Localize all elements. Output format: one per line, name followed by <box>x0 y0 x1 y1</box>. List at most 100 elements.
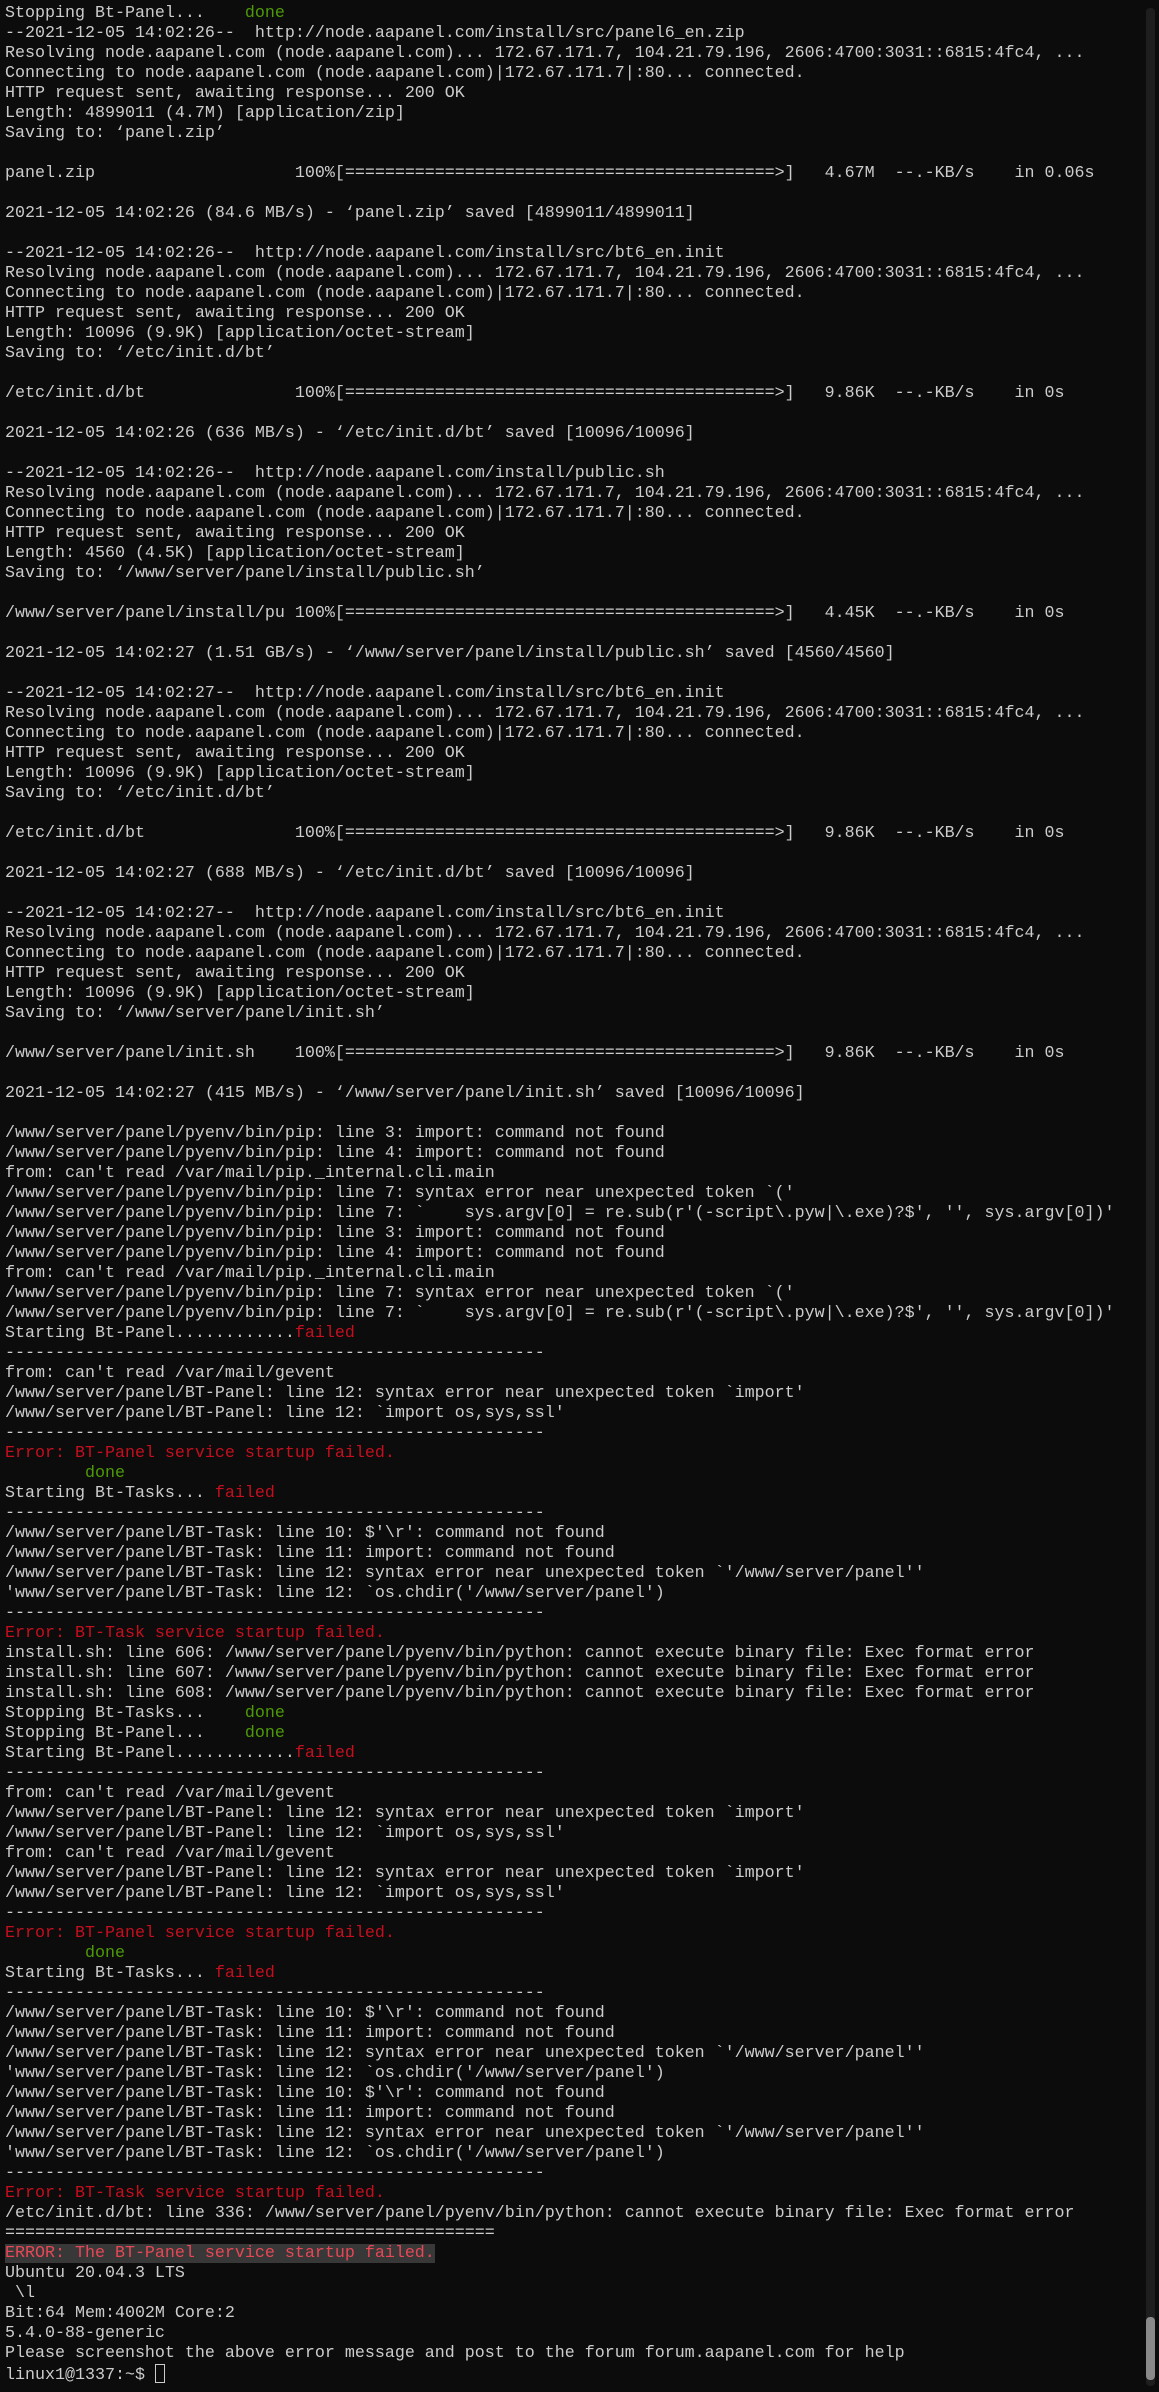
terminal-line: 2021-12-05 14:02:26 (636 MB/s) - ‘/etc/i… <box>5 424 1143 444</box>
status-failed: failed <box>294 1744 355 1763</box>
status-failed: failed <box>214 1484 275 1503</box>
terminal-line: /www/server/panel/init.sh 100%[=========… <box>5 1044 1143 1064</box>
line-text: /etc/init.d/bt 100%[====================… <box>5 384 1065 403</box>
line-text: /www/server/panel/BT-Panel: line 12: syn… <box>5 1864 805 1883</box>
terminal-line: Length: 4899011 (4.7M) [application/zip] <box>5 104 1143 124</box>
line-text: --2021-12-05 14:02:26-- http://node.aapa… <box>5 464 665 483</box>
line-text: ----------------------------------------… <box>5 1904 545 1923</box>
line-text: /www/server/panel/BT-Panel: line 12: syn… <box>5 1804 805 1823</box>
terminal-line: Connecting to node.aapanel.com (node.aap… <box>5 284 1143 304</box>
line-text: ----------------------------------------… <box>5 1984 545 2003</box>
terminal-output[interactable]: Stopping Bt-Panel... done --2021-12-05 14… <box>5 4 1143 2385</box>
terminal-line: /etc/init.d/bt: line 336: /www/server/pa… <box>5 2204 1143 2224</box>
terminal-line: Error: BT-Panel service startup failed. <box>5 1444 1143 1464</box>
terminal-line: from: can't read /var/mail/gevent <box>5 1364 1143 1384</box>
line-text: Saving to: ‘/etc/init.d/bt’ <box>5 784 275 803</box>
terminal-line: /www/server/panel/BT-Task: line 12: synt… <box>5 1564 1143 1584</box>
line-text: HTTP request sent, awaiting response... … <box>5 744 465 763</box>
line-text: Stopping Bt-Tasks... <box>5 1704 245 1723</box>
terminal-line: Resolving node.aapanel.com (node.aapanel… <box>5 44 1143 64</box>
terminal-line: /www/server/panel/BT-Task: line 10: $'\r… <box>5 1524 1143 1544</box>
scrollbar-thumb[interactable] <box>1146 2317 1155 2380</box>
line-text: Stopping Bt-Panel... <box>5 1724 245 1743</box>
line-text: /www/server/panel/pyenv/bin/pip: line 7:… <box>5 1284 795 1303</box>
terminal-line: /www/server/panel/BT-Panel: line 12: syn… <box>5 1384 1143 1404</box>
line-text: 5.4.0-88-generic <box>5 2324 165 2343</box>
terminal-line: ----------------------------------------… <box>5 1764 1143 1784</box>
terminal-line: Saving to: ‘/www/server/panel/install/pu… <box>5 564 1143 584</box>
line-text: --2021-12-05 14:02:27-- http://node.aapa… <box>5 904 725 923</box>
line-text: ----------------------------------------… <box>5 1764 545 1783</box>
terminal-line: Connecting to node.aapanel.com (node.aap… <box>5 64 1143 84</box>
terminal-line: /www/server/panel/BT-Panel: line 12: syn… <box>5 1804 1143 1824</box>
status-failed: failed <box>214 1964 275 1983</box>
terminal-line: 'www/server/panel/BT-Task: line 12: `os.… <box>5 1584 1143 1604</box>
terminal-line: Saving to: ‘/www/server/panel/init.sh’ <box>5 1004 1143 1024</box>
terminal-line: Error: BT-Task service startup failed. <box>5 2184 1143 2204</box>
terminal-line: HTTP request sent, awaiting response... … <box>5 964 1143 984</box>
terminal-line: Connecting to node.aapanel.com (node.aap… <box>5 944 1143 964</box>
terminal-line: Saving to: ‘/etc/init.d/bt’ <box>5 344 1143 364</box>
line-text: Starting Bt-Panel............ <box>5 1324 295 1343</box>
terminal-line: 'www/server/panel/BT-Task: line 12: `os.… <box>5 2064 1143 2084</box>
line-text: Resolving node.aapanel.com (node.aapanel… <box>5 704 1085 723</box>
line-text: /www/server/panel/BT-Task: line 10: $'\r… <box>5 1524 605 1543</box>
terminal-line: --2021-12-05 14:02:26-- http://node.aapa… <box>5 244 1143 264</box>
terminal-line: Please screenshot the above error messag… <box>5 2344 1143 2364</box>
terminal-line: from: can't read /var/mail/gevent <box>5 1844 1143 1864</box>
line-text: Saving to: ‘/etc/init.d/bt’ <box>5 344 275 363</box>
line-text: /www/server/panel/BT-Panel: line 12: `im… <box>5 1824 565 1843</box>
terminal-line: /www/server/panel/pyenv/bin/pip: line 7:… <box>5 1304 1143 1324</box>
line-text: /etc/init.d/bt: line 336: /www/server/pa… <box>5 2204 1075 2223</box>
terminal-line: Bit:64 Mem:4002M Core:2 <box>5 2304 1143 2324</box>
vertical-scrollbar[interactable] <box>1146 8 1155 2386</box>
terminal-line: /www/server/panel/BT-Task: line 12: synt… <box>5 2044 1143 2064</box>
line-text: Length: 4560 (4.5K) [application/octet-s… <box>5 544 465 563</box>
line-text: Resolving node.aapanel.com (node.aapanel… <box>5 924 1085 943</box>
line-text: Connecting to node.aapanel.com (node.aap… <box>5 284 805 303</box>
terminal-line: /www/server/panel/pyenv/bin/pip: line 4:… <box>5 1244 1143 1264</box>
line-text: from: can't read /var/mail/gevent <box>5 1784 335 1803</box>
prompt-line[interactable]: linux1@1337:~$ <box>5 2364 1143 2385</box>
line-text: \l <box>5 2284 35 2303</box>
terminal-line: --2021-12-05 14:02:27-- http://node.aapa… <box>5 684 1143 704</box>
terminal-line: Error: BT-Task service startup failed. <box>5 1624 1143 1644</box>
terminal-line: ----------------------------------------… <box>5 2164 1143 2184</box>
line-text: /www/server/panel/BT-Task: line 10: $'\r… <box>5 2004 605 2023</box>
terminal-line: from: can't read /var/mail/pip._internal… <box>5 1164 1143 1184</box>
line-text: from: can't read /var/mail/pip._internal… <box>5 1164 495 1183</box>
line-text: from: can't read /var/mail/gevent <box>5 1364 335 1383</box>
line-text: Connecting to node.aapanel.com (node.aap… <box>5 504 805 523</box>
line-text: /www/server/panel/pyenv/bin/pip: line 3:… <box>5 1124 665 1143</box>
terminal-line: /www/server/panel/BT-Task: line 10: $'\r… <box>5 2004 1143 2024</box>
line-text: Length: 10096 (9.9K) [application/octet-… <box>5 324 475 343</box>
line-text: Starting Bt-Panel............ <box>5 1744 295 1763</box>
terminal-line: /www/server/panel/BT-Panel: line 12: `im… <box>5 1824 1143 1844</box>
line-text: /www/server/panel/pyenv/bin/pip: line 3:… <box>5 1224 665 1243</box>
line-text: ----------------------------------------… <box>5 2164 545 2183</box>
line-text: /www/server/panel/pyenv/bin/pip: line 7:… <box>5 1304 1115 1323</box>
line-text: Please screenshot the above error messag… <box>5 2344 905 2363</box>
terminal-line: done <box>5 1464 1143 1484</box>
line-text: Connecting to node.aapanel.com (node.aap… <box>5 64 805 83</box>
terminal-line: /www/server/panel/BT-Task: line 11: impo… <box>5 1544 1143 1564</box>
terminal-line: ERROR: The BT-Panel service startup fail… <box>5 2244 1143 2264</box>
terminal-line: Stopping Bt-Panel... done <box>5 4 1143 24</box>
terminal-line: Stopping Bt-Panel... done <box>5 1724 1143 1744</box>
line-text: Saving to: ‘/www/server/panel/init.sh’ <box>5 1004 385 1023</box>
terminal-line: /www/server/panel/BT-Panel: line 12: `im… <box>5 1884 1143 1904</box>
terminal-line: Saving to: ‘/etc/init.d/bt’ <box>5 784 1143 804</box>
terminal-line: Connecting to node.aapanel.com (node.aap… <box>5 504 1143 524</box>
line-text: Connecting to node.aapanel.com (node.aap… <box>5 724 805 743</box>
status-done: done <box>5 1464 125 1483</box>
terminal-line: ----------------------------------------… <box>5 1344 1143 1364</box>
